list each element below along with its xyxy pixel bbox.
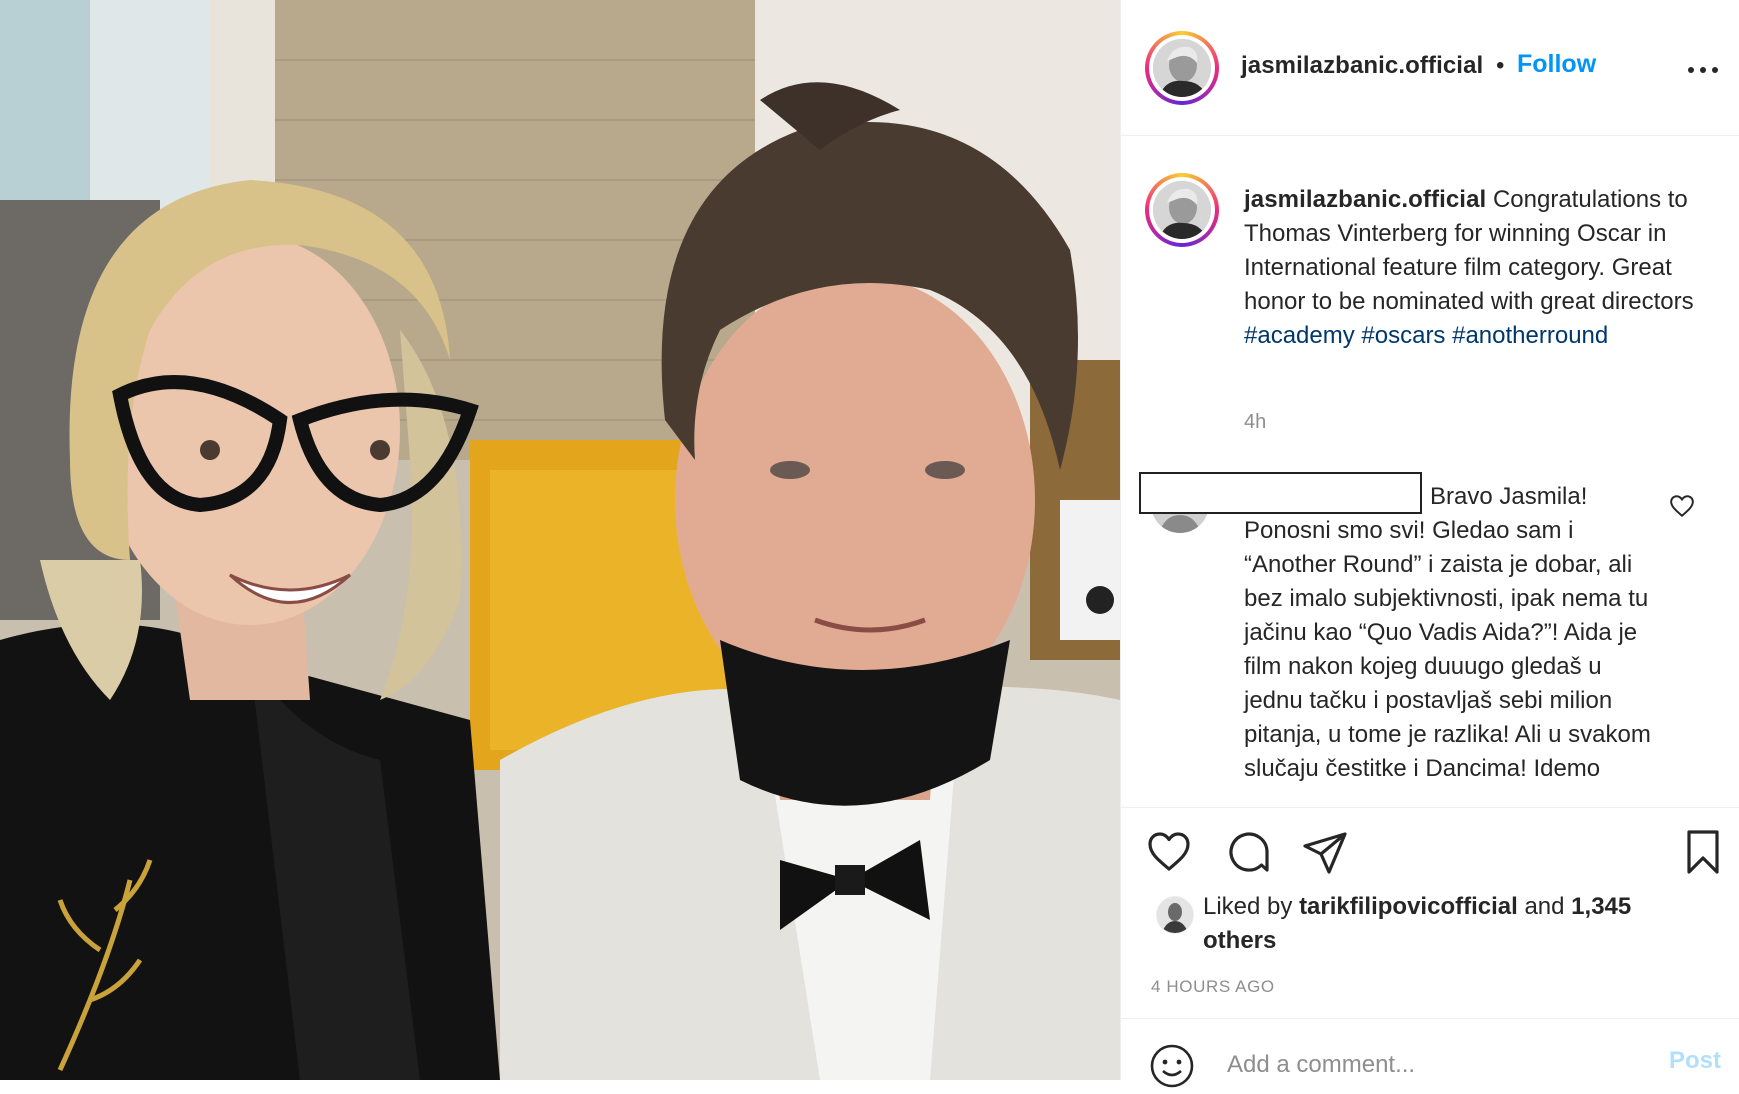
more-options-icon[interactable] [1686, 50, 1720, 80]
post-photo[interactable] [0, 0, 1120, 1080]
likes-summary: Liked by tarikfilipovicofficial and 1,34… [1203, 890, 1663, 958]
separator-dot: • [1496, 52, 1505, 79]
caption-time[interactable]: 4h [1244, 411, 1266, 434]
liker-avatar[interactable] [1156, 896, 1194, 934]
caption-author-avatar[interactable] [1145, 173, 1219, 247]
bookmark-icon[interactable] [1679, 828, 1727, 876]
liker-username[interactable]: tarikfilipovicofficial [1299, 893, 1518, 920]
liked-by-prefix: Liked by [1203, 893, 1293, 920]
share-icon[interactable] [1301, 828, 1349, 876]
add-comment-bar: Post [1121, 1018, 1739, 1088]
comment-icon[interactable] [1225, 828, 1273, 876]
follow-button[interactable]: Follow [1517, 50, 1596, 79]
post-image [0, 0, 1120, 1080]
liked-by-conjunction: and [1524, 893, 1565, 920]
avatar-image [1153, 39, 1211, 97]
heart-icon[interactable] [1145, 828, 1193, 876]
post-timestamp[interactable]: 4 HOURS AGO [1151, 977, 1275, 997]
post-header: jasmilazbanic.official • Follow [1121, 0, 1739, 136]
author-username[interactable]: jasmilazbanic.official [1241, 52, 1483, 80]
caption-hashtags[interactable]: #academy #oscars #anotherround [1244, 322, 1608, 349]
post-comment-button[interactable]: Post [1669, 1047, 1721, 1075]
emoji-icon[interactable] [1149, 1043, 1195, 1089]
post-caption: jasmilazbanic.official Congratulations t… [1244, 183, 1714, 353]
avatar-image [1153, 181, 1211, 239]
caption-username[interactable]: jasmilazbanic.official [1244, 186, 1486, 213]
post-actions: Liked by tarikfilipovicofficial and 1,34… [1121, 807, 1739, 1088]
add-comment-input[interactable] [1227, 1045, 1587, 1085]
post-side-panel: jasmilazbanic.official • Follow jasmilaz… [1120, 0, 1739, 1088]
author-avatar[interactable] [1145, 31, 1219, 105]
comments-list[interactable]: jasmilazbanic.official Congratulations t… [1121, 137, 1739, 807]
comment-text: Bravo Jasmila! Ponosni smo svi! Gledao s… [1244, 483, 1651, 782]
comment-like-heart-icon[interactable] [1669, 493, 1695, 519]
